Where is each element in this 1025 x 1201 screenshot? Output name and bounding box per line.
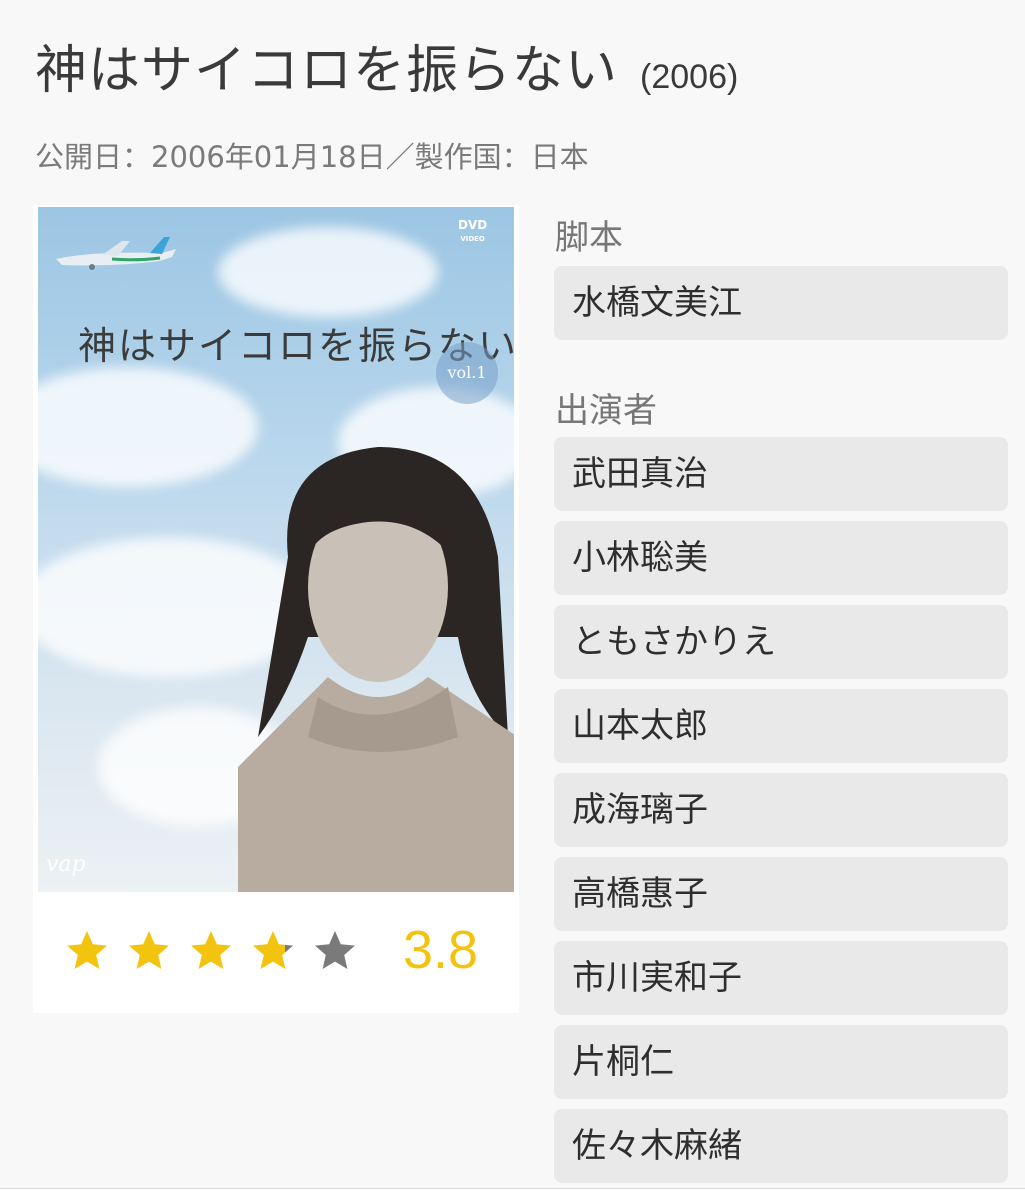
movie-year: (2006) <box>640 58 739 96</box>
star-icon-filled <box>67 931 107 969</box>
dvd-logo: DVD VIDEO <box>458 219 487 245</box>
meta-separator: ／ <box>385 140 415 174</box>
cast-item[interactable]: 武田真治 <box>554 437 1008 511</box>
movie-meta: 公開日：2006年01月18日／製作国：日本 <box>35 134 589 176</box>
cloud-shape <box>218 227 438 317</box>
release-date: 公開日：2006年01月18日 <box>35 140 386 174</box>
title-row: 神はサイコロを振らない (2006) <box>35 28 738 103</box>
poster-image[interactable]: DVD VIDEO 神はサイコロを振らない vol.1 vap <box>38 207 514 892</box>
cast-item[interactable]: 小林聡美 <box>554 521 1008 595</box>
bottom-bar <box>0 1188 1025 1201</box>
star-icon-filled <box>191 931 231 969</box>
rating-row: 3.8 <box>33 905 519 1005</box>
writer-label: 脚本 <box>555 218 623 258</box>
dvd-logo-text: DVD <box>458 218 488 232</box>
airplane-icon <box>56 237 176 270</box>
star-icon-empty <box>315 931 355 969</box>
movie-title: 神はサイコロを振らない <box>35 41 619 101</box>
publisher-logo: vap <box>46 852 86 877</box>
cast-item[interactable]: ともさかりえ <box>554 605 1008 679</box>
cast-item[interactable]: 山本太郎 <box>554 689 1008 763</box>
star-icon-filled <box>129 931 169 969</box>
cast-item[interactable]: 佐々木麻緒 <box>554 1109 1008 1183</box>
cast-item[interactable]: 市川実和子 <box>554 941 1008 1015</box>
dvd-logo-subtext: VIDEO <box>460 235 485 243</box>
cast-item[interactable]: 片桐仁 <box>554 1025 1008 1099</box>
portrait-illustration <box>238 447 514 892</box>
cast-item[interactable]: 高橋惠子 <box>554 857 1008 931</box>
cast-label: 出演者 <box>555 391 657 431</box>
star-icon-partial <box>253 931 293 969</box>
production-country: 製作国：日本 <box>414 140 589 174</box>
poster-card[interactable]: DVD VIDEO 神はサイコロを振らない vol.1 vap 3.8 <box>33 205 519 1013</box>
cast-item[interactable]: 成海璃子 <box>554 773 1008 847</box>
rating-value: 3.8 <box>403 920 479 980</box>
writer-item[interactable]: 水橋文美江 <box>554 266 1008 340</box>
volume-badge: vol.1 <box>436 342 498 404</box>
